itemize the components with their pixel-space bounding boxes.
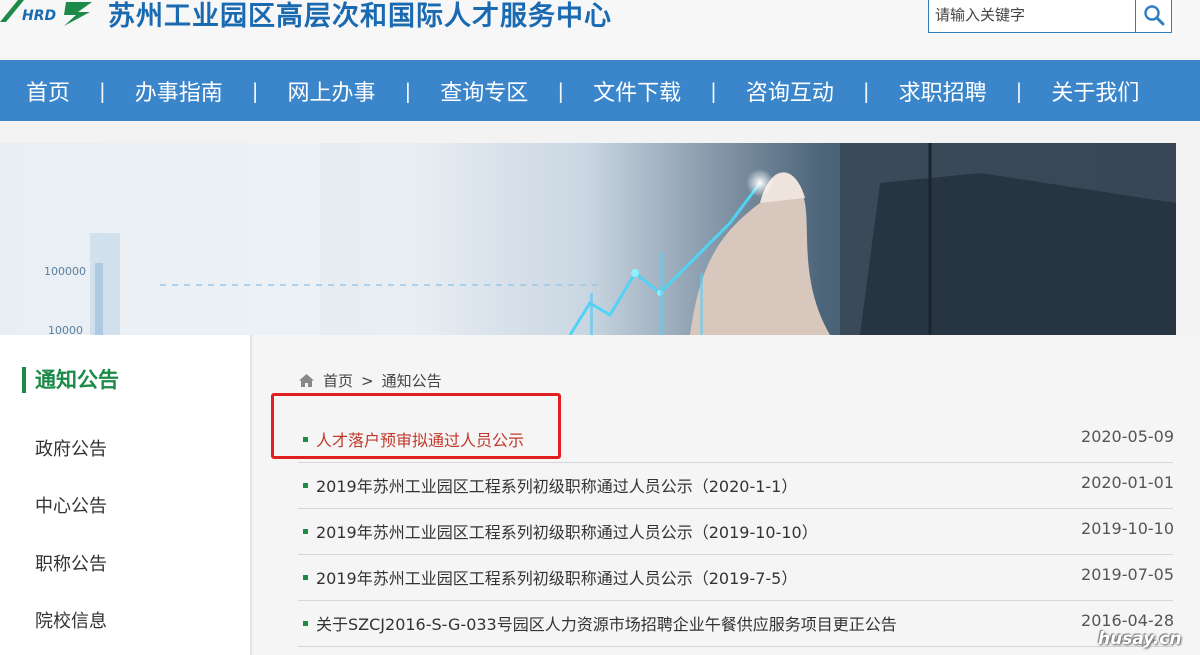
nav-item-online-services[interactable]: 网上办事	[288, 75, 376, 107]
news-date: 2020-05-09	[1081, 427, 1174, 446]
nav-separator: |	[251, 78, 259, 103]
nav-separator: |	[1015, 78, 1023, 103]
site-header: HRD 苏州工业园区高层次和国际人才服务中心	[0, 0, 1200, 57]
news-title[interactable]: 2019年苏州工业园区工程系列初级职称通过人员公示（2019-10-10）	[316, 519, 818, 543]
nav-separator: |	[99, 78, 106, 103]
news-item[interactable]: 2019年苏州工业园区工程系列初级职称通过人员公示（2020-1-1） 2020…	[298, 463, 1174, 509]
banner-image: 100000 10000	[0, 143, 1176, 335]
news-date: 2019-10-10	[1081, 519, 1174, 538]
news-date: 2019-07-05	[1081, 565, 1174, 584]
nav-item-consult[interactable]: 咨询互动	[746, 75, 834, 107]
nav-item-guide[interactable]: 办事指南	[135, 75, 223, 107]
breadcrumb-separator: >	[361, 371, 374, 390]
bullet	[303, 483, 308, 488]
highlight-annotation-box	[271, 393, 561, 459]
hrd-logo[interactable]: HRD	[0, 0, 100, 28]
news-title[interactable]: 关于SZCJ2016-S-G-033号园区人力资源市场招聘企业午餐供应服务项目更…	[316, 611, 897, 635]
site-title: 苏州工业园区高层次和国际人才服务中心	[108, 1, 612, 32]
main-content: 首页 > 通知公告 人才落户预审拟通过人员公示 2020-05-09 2019年…	[254, 335, 1200, 655]
sidebar-item-gov-notices[interactable]: 政府公告	[35, 435, 107, 461]
nav-item-jobs[interactable]: 求职招聘	[899, 75, 987, 107]
news-date: 2020-01-01	[1081, 473, 1174, 492]
news-item[interactable]: 关于SZCJ2016-S-G-033号园区人力资源市场招聘企业午餐供应服务项目更…	[298, 601, 1174, 647]
nav-separator: |	[404, 78, 412, 103]
main-nav: 首页 | 办事指南 | 网上办事 | 查询专区 | 文件下载 | 咨询互动 | …	[0, 60, 1200, 121]
news-title[interactable]: 2019年苏州工业园区工程系列初级职称通过人员公示（2019-7-5）	[316, 565, 797, 589]
bullet	[303, 621, 308, 626]
nav-separator: |	[710, 78, 717, 103]
home-icon	[299, 374, 314, 387]
nav-item-about[interactable]: 关于我们	[1051, 75, 1139, 107]
search-box	[928, 0, 1172, 33]
sidebar-item-title-notices[interactable]: 职称公告	[35, 550, 107, 576]
breadcrumb: 首页 > 通知公告	[298, 370, 442, 391]
news-item[interactable]: 2019年苏州工业园区工程系列初级职称通过人员公示（2019-10-10） 20…	[298, 509, 1174, 555]
logo-text: HRD	[22, 8, 56, 24]
search-icon	[1143, 4, 1164, 25]
bullet	[303, 529, 308, 534]
news-item[interactable]: 2019年苏州工业园区工程系列初级职称通过人员公示（2019-7-5） 2019…	[298, 555, 1174, 601]
breadcrumb-home[interactable]: 首页	[323, 370, 353, 391]
sidebar: 通知公告 政府公告 中心公告 职称公告 院校信息	[0, 335, 252, 655]
nav-item-query[interactable]: 查询专区	[440, 75, 528, 107]
bullet	[303, 575, 308, 580]
nav-separator: |	[862, 78, 870, 103]
nav-item-downloads[interactable]: 文件下载	[593, 75, 681, 107]
news-title[interactable]: 2019年苏州工业园区工程系列初级职称通过人员公示（2020-1-1）	[316, 473, 797, 497]
search-input[interactable]	[929, 0, 1135, 32]
watermark: husay.cn	[1098, 629, 1182, 649]
nav-item-home[interactable]: 首页	[26, 75, 70, 107]
news-date: 2016-04-28	[1081, 611, 1174, 630]
sidebar-item-center-notices[interactable]: 中心公告	[35, 492, 107, 518]
search-button[interactable]	[1135, 0, 1171, 32]
breadcrumb-current: 通知公告	[381, 372, 442, 390]
banner-axis-label: 100000	[44, 265, 86, 278]
sidebar-item-school-info[interactable]: 院校信息	[35, 607, 107, 633]
sidebar-title: 通知公告	[22, 367, 119, 393]
banner-axis-label: 10000	[48, 324, 83, 335]
hero-banner: 100000 10000	[0, 143, 1176, 335]
nav-separator: |	[557, 78, 565, 103]
